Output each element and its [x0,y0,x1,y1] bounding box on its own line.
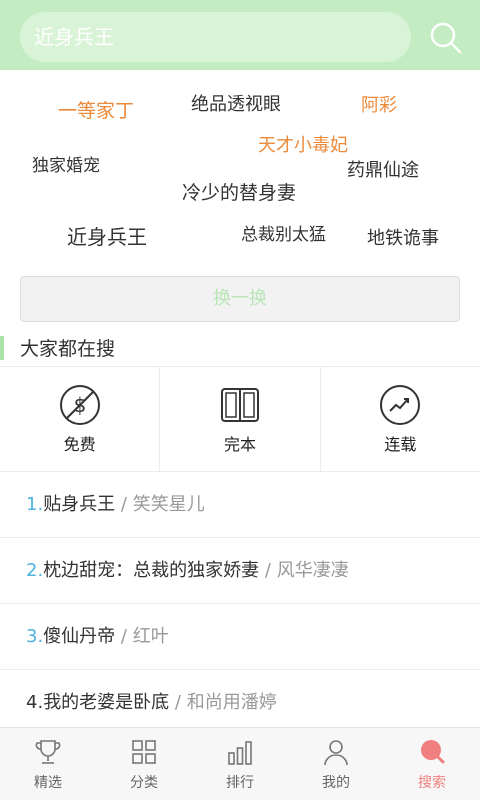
tab-search[interactable]: 搜索 [384,728,480,800]
tab-featured[interactable]: 精选 [0,728,96,800]
category-serial[interactable]: 连载 [321,367,480,471]
rank-number: 4. [26,692,44,713]
rank-number: 3. [26,626,44,647]
tag-item[interactable]: 绝品透视眼 [191,96,281,114]
tag-item[interactable]: 总裁别太猛 [241,227,326,244]
trend-icon [380,385,421,425]
tab-ranking[interactable]: 排行 [192,728,288,800]
list-item[interactable]: 3.傻仙丹帝 / 红叶 [0,604,480,670]
search-button[interactable] [424,16,468,60]
list-item[interactable]: 1.贴身兵王 / 笑笑星儿 [0,472,480,538]
book-title: 贴身兵王 [43,494,116,515]
tag-item[interactable]: 地铁诡事 [367,230,439,248]
tag-item[interactable]: 药鼎仙途 [347,162,419,180]
category-row: $ 免费 完本 连载 [0,366,480,472]
user-icon [324,740,348,766]
section-title: 大家都在搜 [20,338,116,360]
search-input[interactable]: 近身兵王 [20,12,411,62]
category-label: 完本 [223,435,256,454]
category-complete[interactable]: 完本 [160,367,321,471]
tab-mine[interactable]: 我的 [288,728,384,800]
book-author: 红叶 [132,626,169,647]
bar-chart-icon [228,741,252,765]
category-free[interactable]: $ 免费 [0,367,161,471]
book-author: 风华凄凄 [276,560,349,581]
book-title: 傻仙丹帝 [43,626,116,647]
tag-item[interactable]: 一等家丁 [58,102,134,121]
bottom-tab-bar: 精选 分类 排行 我的 搜索 [0,727,480,800]
tag-item[interactable]: 冷少的替身妻 [182,184,296,203]
book-author: 笑笑星儿 [132,494,205,515]
tag-item[interactable]: 天才小毒妃 [258,137,348,155]
grid-icon [132,740,156,764]
list-item[interactable]: 2.枕边甜宠：总裁的独家娇妻 / 风华凄凄 [0,538,480,604]
category-label: 连载 [384,435,417,454]
book-title: 我的老婆是卧底 [43,692,170,713]
svg-text:$: $ [73,393,86,417]
tab-label: 排行 [226,775,254,791]
separator: / [115,626,133,647]
tab-label: 精选 [34,775,62,791]
book-author: 和尚用潘婷 [186,692,277,713]
separator: / [115,494,133,515]
tag-item[interactable]: 阿彩 [361,97,397,115]
tab-label: 分类 [130,775,158,791]
swap-button[interactable]: 换一换 [20,276,460,322]
category-label: 免费 [63,435,96,454]
hot-search-list: 1.贴身兵王 / 笑笑星儿 2.枕边甜宠：总裁的独家娇妻 / 风华凄凄 3.傻仙… [0,472,480,736]
search-icon [421,740,445,764]
book-icon [220,388,259,422]
rank-number: 1. [26,494,44,515]
separator: / [259,560,277,581]
tag-cloud: 一等家丁 绝品透视眼 阿彩 天才小毒妃 独家婚宠 药鼎仙途 冷少的替身妻 近身兵… [0,70,480,270]
section-header: 大家都在搜 [0,332,480,366]
tab-label: 搜索 [418,775,446,791]
trophy-icon [35,740,61,764]
dollar-icon: $ [59,385,100,425]
tag-item[interactable]: 独家婚宠 [32,158,100,175]
tag-item[interactable]: 近身兵王 [67,227,147,247]
search-icon [430,22,462,54]
tab-label: 我的 [322,775,350,791]
section-accent-bar [0,336,4,360]
separator: / [169,692,187,713]
tab-categories[interactable]: 分类 [96,728,192,800]
rank-number: 2. [26,560,44,581]
book-title: 枕边甜宠：总裁的独家娇妻 [43,560,260,581]
search-header: 近身兵王 [0,0,480,70]
